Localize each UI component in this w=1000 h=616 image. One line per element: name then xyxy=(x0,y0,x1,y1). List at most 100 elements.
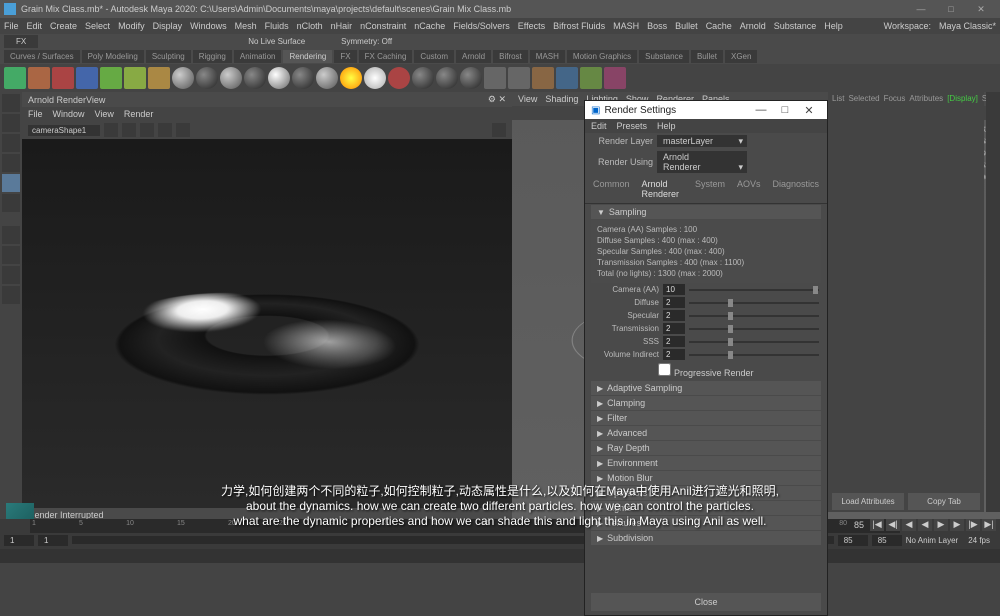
shelf-arnold[interactable]: Arnold xyxy=(456,50,491,63)
tab-diagnostics[interactable]: Diagnostics xyxy=(770,177,821,201)
slider-track[interactable] xyxy=(689,315,819,317)
fps-display[interactable]: 24 fps xyxy=(962,535,996,546)
tab-aovs[interactable]: AOVs xyxy=(735,177,763,201)
shelf-substance[interactable]: Substance xyxy=(639,50,689,63)
end-button[interactable]: ▶| xyxy=(982,519,996,531)
section-ray-depth[interactable]: ▶Ray Depth xyxy=(591,441,821,455)
dialog-maximize[interactable]: □ xyxy=(773,104,797,116)
rv-tool-icon[interactable] xyxy=(492,123,506,137)
dialog-minimize[interactable]: — xyxy=(749,104,773,116)
menu-nhair[interactable]: nHair xyxy=(331,21,353,31)
symmetry-dropdown[interactable]: Symmetry: Off xyxy=(335,35,398,48)
shelf-curves[interactable]: Curves / Surfaces xyxy=(4,50,80,63)
menu-mash[interactable]: MASH xyxy=(613,21,639,31)
shelf-icon[interactable] xyxy=(124,67,146,89)
shelf-icon[interactable] xyxy=(100,67,122,89)
shelf-icon[interactable] xyxy=(484,67,506,89)
close-button[interactable]: Close xyxy=(591,593,821,611)
rv-tool-icon[interactable] xyxy=(104,123,118,137)
menu-display[interactable]: Display xyxy=(153,21,183,31)
rv-tool-icon[interactable] xyxy=(122,123,136,137)
shelf-sphere-icon[interactable] xyxy=(220,67,242,89)
menu-bifrost[interactable]: Bifrost Fluids xyxy=(553,21,605,31)
slider-track[interactable] xyxy=(689,302,819,304)
panel-gear-icon[interactable]: ⚙ ✕ xyxy=(488,94,506,105)
shelf-sphere-icon[interactable] xyxy=(316,67,338,89)
section-subdivision[interactable]: ▶Subdivision xyxy=(591,531,821,545)
shelf-sphere-icon[interactable] xyxy=(268,67,290,89)
shelf-light-icon[interactable] xyxy=(340,67,362,89)
shelf-poly[interactable]: Poly Modeling xyxy=(82,50,144,63)
shelf-rigging[interactable]: Rigging xyxy=(193,50,232,63)
attr-display[interactable]: [Display] xyxy=(947,94,978,103)
slider-value[interactable]: 2 xyxy=(663,336,685,347)
shelf-sphere-icon[interactable] xyxy=(196,67,218,89)
slider-track[interactable] xyxy=(689,354,819,356)
slider-value[interactable]: 2 xyxy=(663,349,685,360)
tab-arnold[interactable]: Arnold Renderer xyxy=(640,177,685,201)
menu-select[interactable]: Select xyxy=(85,21,110,31)
shelf-mash[interactable]: MASH xyxy=(530,50,565,63)
slider-value[interactable]: 10 xyxy=(663,284,685,295)
slider-track[interactable] xyxy=(689,328,819,330)
tab-common[interactable]: Common xyxy=(591,177,632,201)
range-start[interactable]: 1 xyxy=(4,535,34,546)
attr-focus[interactable]: Focus xyxy=(884,94,906,103)
close-button[interactable]: ✕ xyxy=(966,4,996,15)
menu-modify[interactable]: Modify xyxy=(118,21,145,31)
minimize-button[interactable]: — xyxy=(906,4,936,14)
play-back-button[interactable]: ◀ xyxy=(918,519,932,531)
shelf-icon[interactable] xyxy=(532,67,554,89)
menu-substance[interactable]: Substance xyxy=(774,21,817,31)
slider-value[interactable]: 2 xyxy=(663,297,685,308)
render-layer-dropdown[interactable]: masterLayer xyxy=(657,135,747,147)
dlg-help[interactable]: Help xyxy=(657,121,676,131)
shelf-icon[interactable] xyxy=(148,67,170,89)
menu-create[interactable]: Create xyxy=(50,21,77,31)
menu-arnold[interactable]: Arnold xyxy=(740,21,766,31)
menu-file[interactable]: File xyxy=(4,21,19,31)
slider-value[interactable]: 2 xyxy=(663,310,685,321)
shelf-sphere-icon[interactable] xyxy=(460,67,482,89)
rv-tool-icon[interactable] xyxy=(140,123,154,137)
attr-selected[interactable]: Selected xyxy=(848,94,879,103)
channel-box-tab[interactable] xyxy=(986,92,1000,512)
shelf-icon[interactable] xyxy=(604,67,626,89)
menu-boss[interactable]: Boss xyxy=(647,21,667,31)
section-filter[interactable]: ▶Filter xyxy=(591,411,821,425)
dlg-edit[interactable]: Edit xyxy=(591,121,607,131)
vp-view[interactable]: View xyxy=(518,94,537,104)
layout-tool[interactable] xyxy=(2,246,20,264)
shelf-sphere-icon[interactable] xyxy=(292,67,314,89)
command-line[interactable] xyxy=(0,549,1000,563)
shelf-sculpt[interactable]: Sculpting xyxy=(146,50,191,63)
section-clamping[interactable]: ▶Clamping xyxy=(591,396,821,410)
render-output[interactable] xyxy=(22,139,512,508)
shelf-icon[interactable] xyxy=(508,67,530,89)
menu-fields[interactable]: Fields/Solvers xyxy=(453,21,510,31)
section-environment[interactable]: ▶Environment xyxy=(591,456,821,470)
menu-mesh[interactable]: Mesh xyxy=(235,21,257,31)
select-tool[interactable] xyxy=(2,94,20,112)
menu-windows[interactable]: Windows xyxy=(190,21,227,31)
step-fwd-button[interactable]: |▶ xyxy=(966,519,980,531)
shelf-sphere-icon[interactable] xyxy=(436,67,458,89)
copy-tab-button[interactable]: Copy Tab xyxy=(908,493,980,510)
rotate-tool[interactable] xyxy=(2,174,20,192)
section-adaptive-sampling[interactable]: ▶Adaptive Sampling xyxy=(591,381,821,395)
shelf-bifrost[interactable]: Bifrost xyxy=(493,50,528,63)
menu-nconstraint[interactable]: nConstraint xyxy=(360,21,406,31)
rv-window[interactable]: Window xyxy=(53,109,85,119)
paint-tool[interactable] xyxy=(2,134,20,152)
slider-track[interactable] xyxy=(689,341,819,343)
layout-tool[interactable] xyxy=(2,226,20,244)
shelf-icon[interactable] xyxy=(52,67,74,89)
range-start2[interactable]: 1 xyxy=(38,535,68,546)
shelf-icon[interactable] xyxy=(556,67,578,89)
shelf-sphere-icon[interactable] xyxy=(172,67,194,89)
shelf-sphere-icon[interactable] xyxy=(244,67,266,89)
slider-value[interactable]: 2 xyxy=(663,323,685,334)
camera-dropdown[interactable]: cameraShape1 xyxy=(28,125,100,136)
shelf-motion[interactable]: Motion Graphics xyxy=(567,50,637,63)
shelf-animation[interactable]: Animation xyxy=(234,50,282,63)
